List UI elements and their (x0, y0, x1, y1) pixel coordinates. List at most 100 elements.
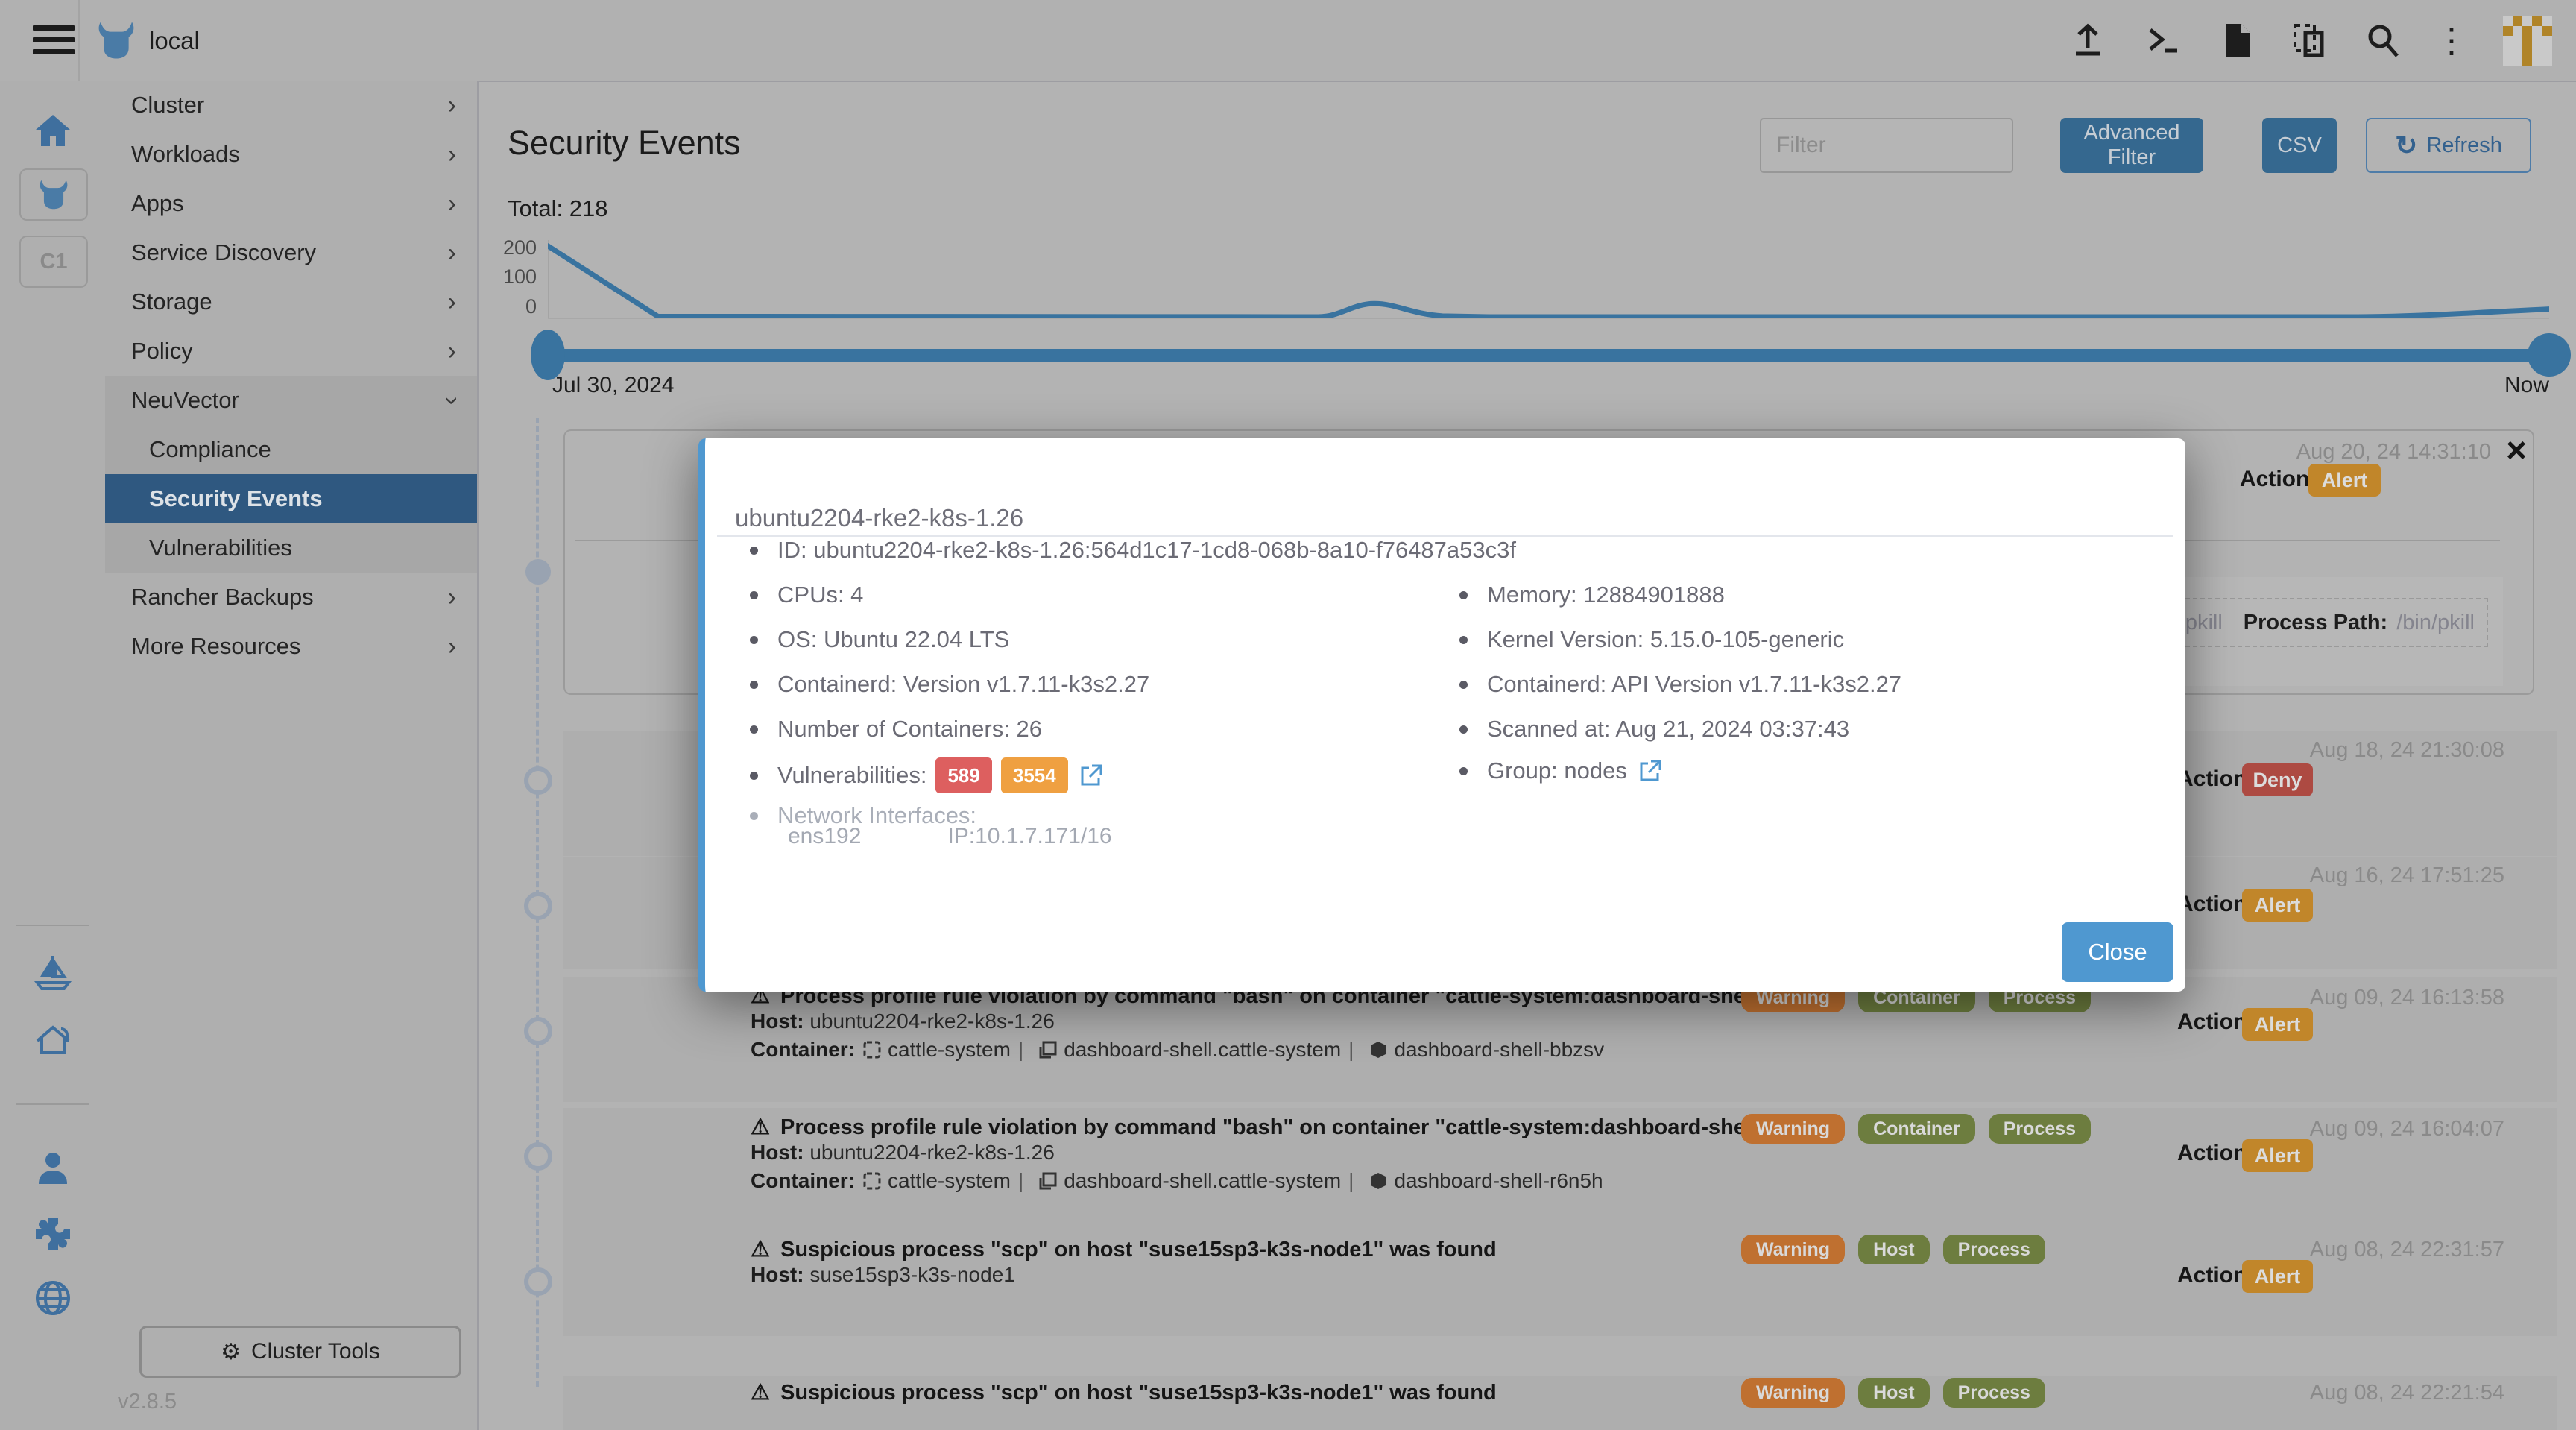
kubectl-shell-icon[interactable] (2143, 21, 2182, 60)
kubeconfig-file-icon[interactable] (2217, 21, 2256, 60)
host-memory-row: Memory: 12884901888 (1459, 582, 1725, 608)
event-container-line: Container:cattle-system|dashboard-shell.… (751, 1038, 1604, 1062)
action-badge: Alert (2242, 889, 2313, 922)
import-yaml-icon[interactable] (2068, 21, 2107, 60)
event-row[interactable]: ⚠Process profile rule violation by comma… (564, 1108, 2557, 1233)
timeline-dot-active (525, 559, 551, 585)
chart-x-axis (548, 318, 2549, 319)
network-interface-detail: ens192IP:10.1.7.171/16 (788, 824, 1112, 849)
vuln-medium-badge: 3554 (1001, 757, 1068, 793)
container-icon (1368, 1171, 1388, 1191)
action-label: Action: (2240, 467, 2317, 492)
event-tags: Warning Container Process (1741, 1114, 2091, 1144)
event-row[interactable]: ⚠Suspicious process "scp" on host "suse1… (564, 1376, 2557, 1430)
event-row[interactable]: ⚠Suspicious process "scp" on host "suse1… (564, 1232, 2557, 1336)
timeline-dot (524, 1017, 552, 1045)
namespace-icon (862, 1171, 882, 1191)
time-range-slider[interactable] (548, 349, 2549, 362)
action-badge: Alert (2308, 464, 2381, 497)
gear-icon: ⚙ (221, 1339, 241, 1365)
tag-process: Process (1989, 1114, 2091, 1144)
sidebar-item-neuvector[interactable]: NeuVector› (105, 376, 477, 425)
chevron-right-icon: › (448, 632, 456, 661)
filter-input[interactable] (1760, 118, 2013, 173)
sidebar-item-storage[interactable]: Storage› (105, 277, 477, 327)
refresh-button[interactable]: ↻ Refresh (2366, 118, 2531, 173)
tag-process: Process (1943, 1378, 2045, 1408)
host-containers-row: Number of Containers: 26 (750, 716, 1042, 743)
external-link-icon[interactable] (1079, 763, 1104, 788)
chevron-down-icon: › (438, 396, 467, 404)
events-line-chart (548, 240, 2549, 318)
event-tags: Warning Host Process (1741, 1378, 2045, 1408)
cluster-switcher-bull-icon[interactable] (19, 168, 88, 221)
copy-kubeconfig-icon[interactable] (2291, 21, 2329, 60)
home-icon[interactable] (33, 110, 73, 151)
tag-process: Process (1943, 1235, 2045, 1264)
namespace-icon (862, 1040, 882, 1059)
host-kernel-row: Kernel Version: 5.15.0-105-generic (1459, 626, 1844, 653)
event-host-line: Host: ubuntu2204-rke2-k8s-1.26 (751, 1141, 1055, 1165)
user-icon[interactable] (33, 1148, 73, 1188)
cluster-tools-button[interactable]: ⚙ Cluster Tools (139, 1326, 461, 1378)
host-details-modal: ubuntu2204-rke2-k8s-1.26 ID: ubuntu2204-… (698, 438, 2185, 992)
sidebar-item-apps[interactable]: Apps› (105, 179, 477, 228)
external-link-icon[interactable] (1638, 758, 1663, 784)
vuln-high-badge: 589 (935, 757, 991, 793)
tag-container: Container (1858, 1114, 1975, 1144)
sidebar-item-workloads[interactable]: Workloads› (105, 130, 477, 179)
sidebar-item-compliance[interactable]: Compliance (105, 425, 477, 474)
timeline-dot (524, 1142, 552, 1171)
process-name-value: pkill (2185, 611, 2223, 635)
sidebar-item-more-resources[interactable]: More Resources› (105, 622, 477, 671)
sidebar-item-security-events[interactable]: Security Events (105, 474, 477, 523)
rancher-version: v2.8.5 (118, 1390, 177, 1414)
pod-icon (1038, 1040, 1058, 1059)
modal-title: ubuntu2204-rke2-k8s-1.26 (735, 504, 1023, 532)
event-timestamp: Aug 20, 24 14:31:10 (2296, 440, 2491, 464)
warning-icon: ⚠ (751, 1115, 770, 1139)
sidebar-item-service-discovery[interactable]: Service Discovery› (105, 228, 477, 277)
event-timestamp: Aug 08, 24 22:31:57 (2310, 1238, 2504, 1262)
chevron-right-icon: › (448, 91, 456, 120)
advanced-filter-button[interactable]: Advanced Filter (2060, 118, 2203, 173)
event-title: ⚠Suspicious process "scp" on host "suse1… (751, 1236, 1497, 1262)
tag-host: Host (1858, 1235, 1930, 1264)
host-vulnerabilities-row: Vulnerabilities: 589 3554 (750, 757, 1104, 793)
search-icon[interactable] (2364, 21, 2402, 60)
sidebar-item-vulnerabilities[interactable]: Vulnerabilities (105, 523, 477, 573)
host-group-row: Group: nodes (1459, 757, 1663, 784)
modal-close-button[interactable]: Close (2062, 922, 2174, 982)
sidebar-item-cluster[interactable]: Cluster› (105, 81, 477, 130)
rancher-app: local ⋮ C1 (0, 0, 2576, 1430)
hamburger-menu-icon[interactable] (33, 25, 75, 55)
event-tags: Warning Host Process (1741, 1235, 2045, 1264)
globe-icon[interactable] (33, 1278, 73, 1318)
chevron-right-icon: › (448, 288, 456, 317)
event-row[interactable]: ⚠Process profile rule violation by comma… (564, 977, 2557, 1102)
event-title: ⚠Process profile rule violation by comma… (751, 1114, 1813, 1140)
cluster-c1-chip[interactable]: C1 (19, 236, 88, 288)
kebab-menu-icon[interactable]: ⋮ (2432, 21, 2471, 60)
host-cpus-row: CPUs: 4 (750, 582, 863, 608)
container-icon (1368, 1040, 1388, 1059)
cluster-name: local (149, 27, 200, 55)
event-container-line: Container:cattle-system|dashboard-shell.… (751, 1169, 1603, 1193)
csv-button[interactable]: CSV (2262, 118, 2337, 173)
close-icon[interactable]: × (2506, 431, 2527, 471)
slider-handle-end[interactable] (2528, 333, 2571, 377)
event-host-line: Host: suse15sp3-k3s-node1 (751, 1263, 1015, 1287)
timeline-dot (524, 766, 552, 795)
extensions-puzzle-icon[interactable] (33, 1212, 73, 1253)
warning-icon: ⚠ (751, 1381, 770, 1405)
y-tick-100: 100 (477, 265, 537, 289)
fleet-sailboat-icon[interactable] (33, 951, 73, 992)
y-tick-0: 0 (477, 295, 537, 318)
harvester-icon[interactable] (33, 1018, 73, 1059)
sidebar-item-policy[interactable]: Policy› (105, 327, 477, 376)
total-count: Total: 218 (508, 195, 607, 222)
user-avatar[interactable] (2503, 16, 2552, 66)
sidebar-item-rancher-backups[interactable]: Rancher Backups› (105, 573, 477, 622)
rail-divider (16, 925, 89, 926)
host-containerd-row: Containerd: Version v1.7.11-k3s2.27 (750, 671, 1149, 698)
